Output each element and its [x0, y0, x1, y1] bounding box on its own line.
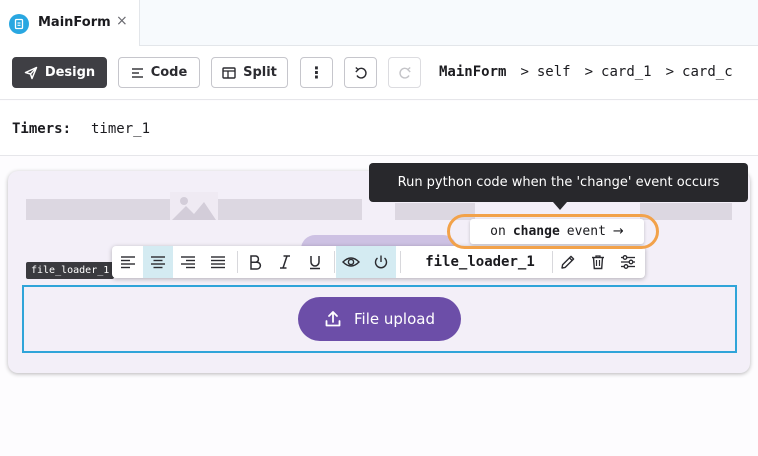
design-button-label: Design — [44, 65, 96, 80]
breadcrumb-separator: > — [665, 64, 675, 80]
align-justify-button[interactable] — [203, 246, 233, 278]
component-name-field[interactable]: file_loader_1 — [415, 246, 545, 278]
align-left-icon — [121, 256, 135, 269]
breadcrumb-separator: > — [520, 64, 529, 80]
undo-icon — [354, 66, 367, 79]
split-button[interactable]: Split — [211, 57, 288, 88]
breadcrumb: MainForm > self > card_1 > card_c — [439, 64, 733, 80]
tab-title: MainForm — [38, 15, 111, 30]
align-center-icon — [151, 256, 165, 269]
paper-plane-icon — [24, 66, 38, 79]
image-placeholder — [26, 199, 170, 220]
image-placeholder — [640, 203, 732, 220]
redo-icon — [398, 66, 411, 79]
split-view-icon — [222, 66, 236, 79]
file-upload-button[interactable]: File upload — [298, 297, 461, 341]
form-file-icon — [9, 14, 29, 34]
align-center-button[interactable] — [143, 246, 173, 278]
toolbar-divider — [400, 251, 401, 273]
tooltip-text: Run python code when the 'change' event … — [397, 175, 720, 190]
breadcrumb-item[interactable]: card_c — [682, 64, 733, 80]
highlight-ring — [447, 214, 659, 249]
redo-button[interactable] — [388, 57, 421, 88]
italic-icon — [280, 255, 290, 269]
properties-button[interactable] — [613, 246, 643, 278]
align-left-button[interactable] — [113, 246, 143, 278]
breadcrumb-separator: > — [584, 64, 594, 80]
image-placeholder-icon — [170, 192, 218, 220]
component-name-tag: file_loader_1 — [26, 262, 115, 279]
trash-icon — [592, 255, 604, 270]
align-right-icon — [181, 256, 195, 269]
underline-icon — [310, 256, 320, 270]
eye-icon — [342, 257, 360, 267]
delete-button[interactable] — [583, 246, 613, 278]
file-upload-label: File upload — [354, 310, 435, 328]
code-button[interactable]: Code — [118, 57, 200, 88]
image-placeholder — [218, 199, 362, 220]
toolbar-divider — [334, 251, 335, 273]
breadcrumb-item[interactable]: self — [537, 64, 571, 80]
align-left-lines-icon — [131, 67, 143, 78]
split-button-label: Split — [243, 65, 277, 80]
breadcrumb-item[interactable]: card_1 — [601, 64, 652, 80]
code-button-label: Code — [150, 65, 188, 80]
pencil-icon — [561, 255, 575, 269]
tab-mainform[interactable]: MainForm × — [0, 0, 140, 46]
event-tooltip: Run python code when the 'change' event … — [369, 163, 748, 202]
design-button[interactable]: Design — [12, 57, 107, 88]
close-icon[interactable]: × — [116, 13, 128, 29]
tab-bar: MainForm × — [0, 0, 758, 46]
undo-button[interactable] — [344, 57, 377, 88]
bold-button[interactable] — [240, 246, 270, 278]
align-justify-icon — [211, 256, 225, 269]
bold-icon — [250, 255, 262, 270]
italic-button[interactable] — [270, 246, 300, 278]
breadcrumb-item[interactable]: MainForm — [439, 64, 506, 80]
timer-item[interactable]: timer_1 — [91, 121, 150, 137]
visible-toggle-button[interactable] — [336, 246, 366, 278]
align-right-button[interactable] — [173, 246, 203, 278]
timers-row: Timers: timer_1 — [0, 101, 758, 156]
sliders-icon — [621, 255, 635, 269]
upload-icon — [325, 311, 341, 327]
more-vertical-icon: ⋮ — [308, 63, 325, 82]
enabled-toggle-button[interactable] — [366, 246, 396, 278]
power-icon — [374, 255, 388, 269]
rename-button[interactable] — [553, 246, 583, 278]
toolbar-divider — [237, 251, 238, 273]
timers-label: Timers: — [12, 121, 72, 137]
editor-toolbar: Design Code Split ⋮ MainForm > self > card_1… — [0, 46, 758, 100]
more-options-button[interactable]: ⋮ — [300, 57, 333, 88]
underline-button[interactable] — [300, 246, 330, 278]
component-toolbar: file_loader_1 — [112, 246, 645, 278]
tooltip-arrow — [553, 202, 567, 210]
